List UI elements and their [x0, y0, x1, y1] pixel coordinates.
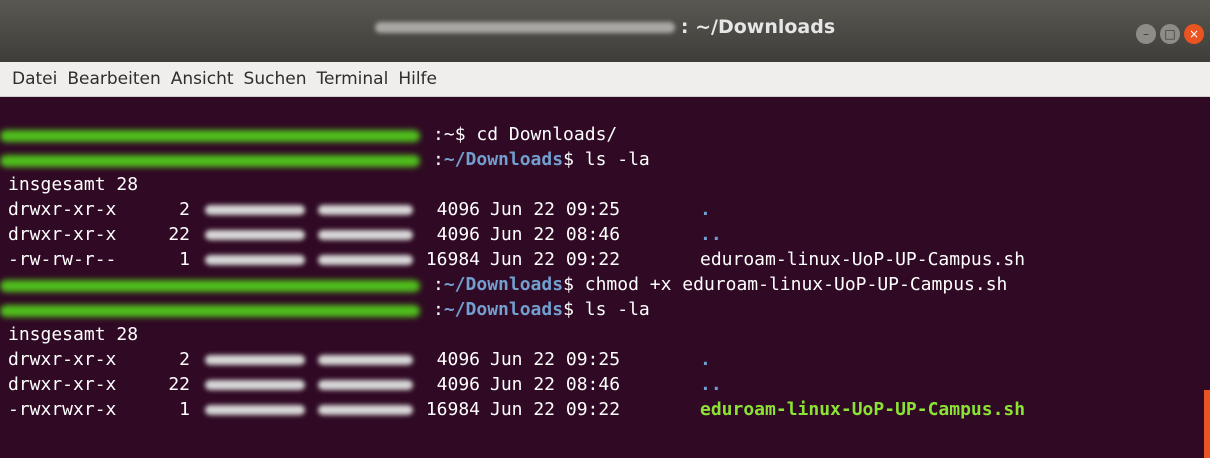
redacted-prompt — [0, 122, 420, 147]
redacted-hostname — [374, 22, 675, 33]
prompt-line: :~/Downloads$ chmod +x eduroam-linux-UoP… — [433, 274, 1008, 295]
terminal-output[interactable]: :~$ cd Downloads/ :~/Downloads$ ls -la i… — [0, 97, 1210, 458]
prompt-line: :~$ cd Downloads/ — [433, 124, 618, 145]
menu-bearbeiten[interactable]: Bearbeiten — [62, 69, 165, 89]
window-title-text: ~/Downloads — [695, 16, 836, 38]
menu-suchen[interactable]: Suchen — [239, 69, 312, 89]
listing-row: drwxr-xr-x 2 4096 Jun 22 09:25 . — [8, 199, 711, 220]
menu-bar: Datei Bearbeiten Ansicht Suchen Terminal… — [0, 62, 1210, 97]
title-bar[interactable]: : ~/Downloads – □ × — [0, 0, 1210, 62]
terminal-window: : ~/Downloads – □ × Datei Bearbeiten Ans… — [0, 0, 1210, 458]
listing-row: -rw-rw-r-- 1 16984 Jun 22 09:22 eduroam-… — [8, 249, 1026, 270]
listing-row: -rwxrwxr-x 1 16984 Jun 22 09:22 eduroam-… — [8, 399, 1026, 420]
listing-total: insgesamt 28 — [8, 324, 139, 345]
prompt-line: :~/Downloads$ ls -la — [433, 299, 650, 320]
minimize-button[interactable]: – — [1136, 24, 1156, 44]
prompt-line: :~/Downloads$ ls -la — [433, 149, 650, 170]
menu-ansicht[interactable]: Ansicht — [166, 69, 239, 89]
window-title: : ~/Downloads — [0, 16, 1210, 38]
window-controls: – □ × — [1136, 24, 1204, 44]
menu-datei[interactable]: Datei — [0, 69, 62, 89]
maximize-button[interactable]: □ — [1160, 24, 1180, 44]
redacted-prompt — [0, 147, 420, 172]
redacted-prompt — [0, 297, 420, 322]
listing-row: drwxr-xr-x 22 4096 Jun 22 08:46 .. — [8, 224, 722, 245]
listing-total: insgesamt 28 — [8, 174, 139, 195]
menu-terminal[interactable]: Terminal — [311, 69, 393, 89]
menu-hilfe[interactable]: Hilfe — [393, 69, 442, 89]
redacted-prompt — [0, 272, 420, 297]
listing-row: drwxr-xr-x 2 4096 Jun 22 09:25 . — [8, 349, 711, 370]
scroll-indicator[interactable] — [1204, 390, 1210, 458]
close-button[interactable]: × — [1184, 24, 1204, 44]
listing-row: drwxr-xr-x 22 4096 Jun 22 08:46 .. — [8, 374, 722, 395]
